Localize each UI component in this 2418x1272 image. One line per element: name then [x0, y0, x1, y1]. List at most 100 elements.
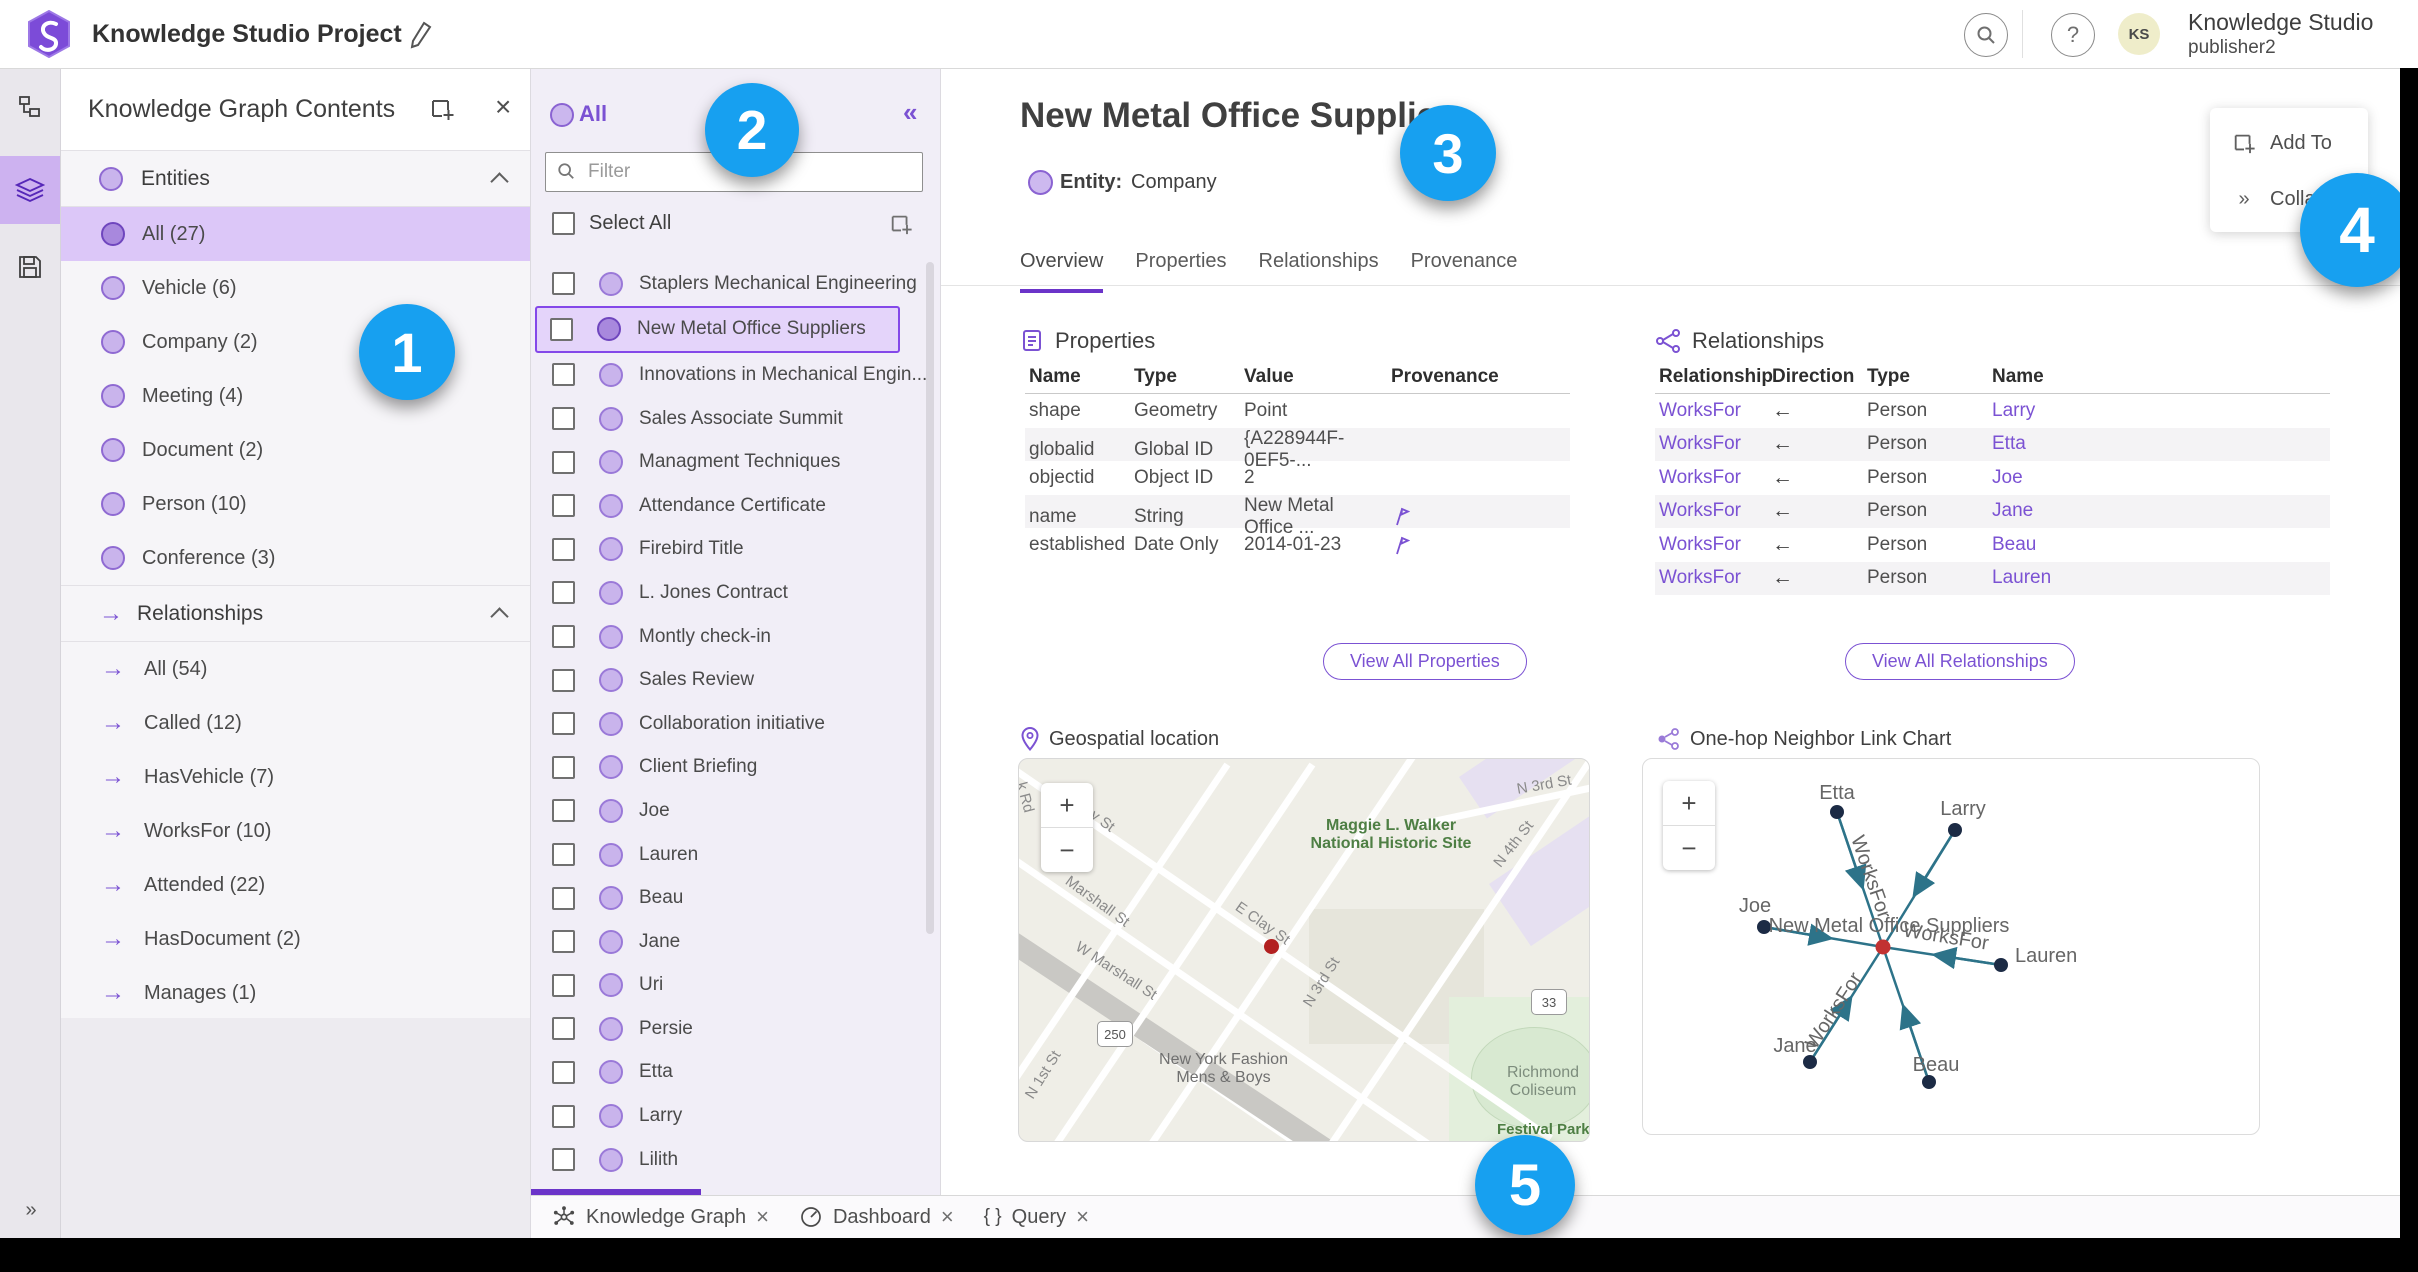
entity-list-item[interactable]: Client Briefing [539, 746, 932, 790]
item-checkbox[interactable] [552, 843, 575, 867]
item-checkbox[interactable] [552, 668, 575, 692]
relationship-name-link[interactable]: Lauren [1988, 567, 2330, 589]
relationship-name-link[interactable]: Jane [1988, 500, 2330, 522]
add-to-new-icon[interactable] [429, 96, 455, 122]
zoom-out-button[interactable]: − [1041, 828, 1093, 872]
layers-button[interactable] [0, 163, 60, 217]
relationship-link[interactable]: WorksFor [1655, 534, 1768, 556]
relationship-row[interactable]: WorksFor ← Person Joe [1655, 461, 2330, 495]
zoom-in-button[interactable]: + [1041, 783, 1093, 828]
item-checkbox[interactable] [552, 799, 575, 823]
entity-list-item[interactable]: Larry [539, 1094, 932, 1138]
entity-list-item[interactable]: Sales Review [539, 658, 932, 702]
item-checkbox[interactable] [552, 973, 575, 997]
property-row[interactable]: established Date Only 2014-01-23 [1025, 528, 1570, 562]
help-button[interactable]: ? [2051, 13, 2095, 57]
expand-rail-button[interactable]: » [0, 1199, 60, 1222]
close-tab-icon[interactable]: × [1076, 1204, 1089, 1230]
entity-list-item[interactable]: Persie [539, 1007, 932, 1051]
tab-knowledge-graph[interactable]: Knowledge Graph × [537, 1196, 784, 1238]
property-row[interactable]: objectid Object ID 2 [1025, 461, 1570, 495]
entities-list-item[interactable]: All (27) [61, 207, 530, 261]
relationship-link[interactable]: WorksFor [1655, 467, 1768, 489]
relationship-link[interactable]: WorksFor [1655, 500, 1768, 522]
relationship-link[interactable]: WorksFor [1655, 567, 1768, 589]
item-checkbox[interactable] [552, 272, 575, 296]
entity-list-item[interactable]: Collaboration initiative [539, 702, 932, 746]
app-logo-icon[interactable] [26, 10, 72, 58]
detail-tab[interactable]: Overview [1020, 250, 1104, 293]
item-checkbox[interactable] [552, 1104, 575, 1128]
provenance-flag-icon[interactable] [1387, 534, 1570, 556]
item-checkbox[interactable] [552, 450, 575, 474]
entity-list-item[interactable]: Jane [539, 920, 932, 964]
entity-list-item[interactable]: New Metal Office Suppliers [535, 305, 900, 354]
item-checkbox[interactable] [552, 494, 575, 518]
item-checkbox[interactable] [552, 930, 575, 954]
property-row[interactable]: globalid Global ID {A228944F-0EF5-... [1025, 427, 1570, 471]
collapse-panel-icon[interactable]: « [903, 97, 917, 128]
save-button[interactable] [0, 240, 60, 294]
search-button[interactable] [1964, 13, 2008, 57]
entities-list-item[interactable]: Meeting (4) [61, 369, 530, 423]
item-checkbox[interactable] [552, 1017, 575, 1041]
relationships-list-item[interactable]: → HasDocument (2) [61, 912, 530, 966]
detail-tab[interactable]: Provenance [1411, 250, 1518, 293]
entities-list-item[interactable]: Document (2) [61, 423, 530, 477]
entities-list-item[interactable]: Person (10) [61, 477, 530, 531]
link-chart[interactable]: Etta Larry Joe Lauren Jane Beau New Meta… [1642, 758, 2260, 1135]
select-all-row[interactable]: Select All [552, 212, 671, 235]
relationship-name-link[interactable]: Larry [1988, 400, 2330, 422]
entity-list-item[interactable]: Lilith [539, 1138, 932, 1182]
relationship-name-link[interactable]: Beau [1988, 534, 2330, 556]
entities-list-item[interactable]: Conference (3) [61, 531, 530, 585]
item-checkbox[interactable] [552, 1060, 575, 1084]
relationships-list-item[interactable]: → All (54) [61, 642, 530, 696]
relationship-link[interactable]: WorksFor [1655, 433, 1768, 455]
item-checkbox[interactable] [552, 886, 575, 910]
edit-title-icon[interactable] [408, 19, 434, 49]
property-row[interactable]: name String New Metal Office ... [1025, 494, 1570, 538]
entity-list-item[interactable]: Sales Associate Summit [539, 397, 932, 441]
entities-list-item[interactable]: Vehicle (6) [61, 261, 530, 315]
tab-query[interactable]: { } Query × [969, 1196, 1104, 1238]
relationships-list-item[interactable]: → WorksFor (10) [61, 804, 530, 858]
item-checkbox[interactable] [550, 317, 573, 341]
entities-section-header[interactable]: Entities [61, 150, 530, 207]
close-tab-icon[interactable]: × [941, 1204, 954, 1230]
relationships-section-header[interactable]: → Relationships [61, 585, 530, 642]
data-model-button[interactable] [0, 80, 60, 134]
item-checkbox[interactable] [552, 407, 575, 431]
close-panel-icon[interactable]: × [495, 92, 511, 122]
relationships-list-item[interactable]: → HasVehicle (7) [61, 750, 530, 804]
relationship-name-link[interactable]: Joe [1988, 467, 2330, 489]
entity-list-item[interactable]: Firebird Title [539, 528, 932, 572]
entity-list-item[interactable]: Montly check-in [539, 615, 932, 659]
scrollbar-thumb[interactable] [926, 262, 934, 934]
view-all-properties-button[interactable]: View All Properties [1323, 643, 1527, 680]
provenance-flag-icon[interactable] [1387, 505, 1570, 527]
entity-list-item[interactable]: Innovations in Mechanical Engin... [539, 353, 932, 397]
item-checkbox[interactable] [552, 1148, 575, 1172]
relationships-list-item[interactable]: → Manages (1) [61, 966, 530, 1020]
entity-list-item[interactable]: L. Jones Contract [539, 571, 932, 615]
relationship-row[interactable]: WorksFor ← Person Larry [1655, 394, 2330, 428]
entity-list-item[interactable]: Staplers Mechanical Engineering [539, 262, 932, 306]
entity-list-item[interactable]: Joe [539, 789, 932, 833]
item-checkbox[interactable] [552, 712, 575, 736]
select-all-checkbox[interactable] [552, 212, 575, 235]
relationship-row[interactable]: WorksFor ← Person Beau [1655, 528, 2330, 562]
zoom-out-button[interactable]: − [1663, 826, 1715, 870]
entity-list-item[interactable]: Etta [539, 1051, 932, 1095]
view-all-relationships-button[interactable]: View All Relationships [1845, 643, 2075, 680]
entity-list-item[interactable]: Attendance Certificate [539, 484, 932, 528]
item-checkbox[interactable] [552, 625, 575, 649]
entity-list-item[interactable]: Lauren [539, 833, 932, 877]
zoom-in-button[interactable]: + [1663, 781, 1715, 826]
geospatial-map[interactable]: k Rd W Clay St Maggie L. Walker National… [1018, 758, 1590, 1142]
entity-list-item[interactable]: Beau [539, 876, 932, 920]
avatar[interactable]: KS [2118, 13, 2160, 55]
tab-dashboard[interactable]: Dashboard × [784, 1196, 969, 1238]
close-tab-icon[interactable]: × [756, 1204, 769, 1230]
item-checkbox[interactable] [552, 755, 575, 779]
